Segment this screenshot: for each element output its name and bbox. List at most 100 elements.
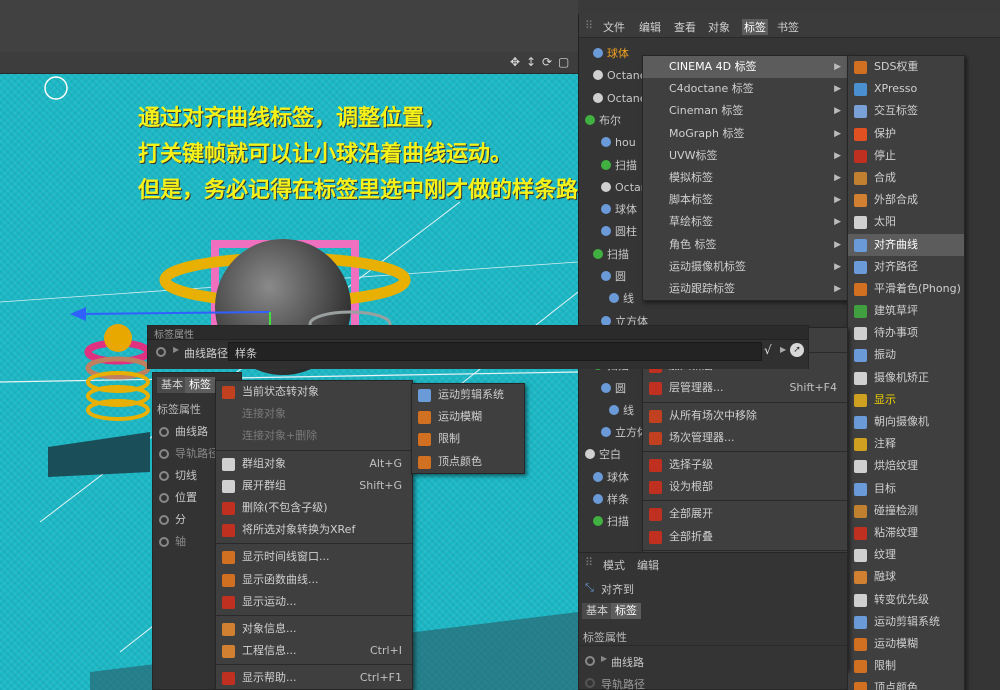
tag-submenu-item[interactable]: SDS权重 (848, 56, 964, 78)
context-right-item[interactable]: 全部展开 (643, 503, 847, 525)
attr-radio[interactable] (159, 493, 169, 503)
attr-radio[interactable] (159, 537, 169, 547)
tag-submenu-item[interactable]: 合成 (848, 167, 964, 189)
object-tree-row[interactable]: hou (601, 133, 636, 153)
tag-submenu-item[interactable]: 顶点颜色 (848, 677, 964, 690)
context-left-item[interactable]: 连接对象+删除 (216, 425, 412, 447)
tag-submenu-item[interactable]: 摄像机矫正 (848, 367, 964, 389)
mini-tag-item[interactable]: 顶点颜色 (412, 451, 524, 473)
context-left-item[interactable]: 群组对象 Alt+G (216, 453, 412, 475)
object-tree-row[interactable]: 立方体 (601, 423, 648, 443)
tag-submenu-item[interactable]: 注释 (848, 433, 964, 455)
object-tree-row[interactable]: 空白 (585, 445, 621, 465)
context-left-item[interactable]: 将所选对象转换为XRef (216, 519, 412, 541)
bottom-toolbar-edit[interactable]: 编辑 (637, 557, 659, 573)
tag-category-item[interactable]: 脚本标签 ▶ (643, 189, 847, 211)
tag-category-item[interactable]: 草绘标签 ▶ (643, 211, 847, 233)
object-tree-row[interactable]: Octane (593, 89, 647, 109)
context-right-item[interactable]: 全部折叠 (643, 526, 847, 548)
object-tree-row[interactable]: 线 (609, 289, 634, 309)
tag-submenu-item[interactable]: 转变优先级 (848, 589, 964, 611)
tab-tag[interactable]: 标签 (185, 377, 215, 393)
left-attr-row[interactable]: 切线 (159, 467, 197, 483)
context-left-item[interactable]: 展开群组 Shift+G (216, 475, 412, 497)
object-tree-row[interactable]: 球体 (593, 44, 629, 64)
object-tree-row[interactable]: 扫描 (601, 156, 637, 176)
tag-category-item[interactable]: Cineman 标签 ▶ (643, 100, 847, 122)
tag-submenu-item[interactable]: 纹理 (848, 544, 964, 566)
tab-basic[interactable]: 基本 (157, 377, 187, 393)
bottom-expand-icon[interactable]: ▶ (601, 654, 607, 663)
context-left-item[interactable]: 对象信息... (216, 618, 412, 640)
rotate-view-icon[interactable]: ⟳ (542, 55, 552, 69)
object-tree-row[interactable]: 球体 (601, 200, 637, 220)
left-attr-row[interactable]: 导轨路径 (159, 445, 219, 461)
object-tree-row[interactable]: 扫描 (593, 245, 629, 265)
object-tree-row[interactable]: 布尔 (585, 111, 621, 131)
context-right-item[interactable]: 设为根部 (643, 476, 847, 498)
object-tree-row[interactable]: 样条 (593, 490, 629, 510)
tag-submenu-item[interactable]: 停止 (848, 145, 964, 167)
maximize-view-icon[interactable]: ▢ (558, 55, 569, 69)
tag-submenu-item[interactable]: 融球 (848, 566, 964, 588)
om-menu-bookmarks[interactable]: 书签 (777, 19, 799, 35)
context-left-item[interactable]: 显示运动... (216, 591, 412, 613)
pick-object-icon[interactable]: ➚ (790, 343, 804, 357)
tag-submenu-item[interactable]: 对齐路径 (848, 256, 964, 278)
context-left-item[interactable]: 删除(不包含子级) (216, 497, 412, 519)
object-tree-row[interactable]: 圆 (601, 379, 626, 399)
tag-category-item[interactable]: C4doctane 标签 ▶ (643, 78, 847, 100)
om-menu-tags[interactable]: 标签 (742, 19, 768, 35)
curve-path-field[interactable]: 样条 (228, 342, 762, 361)
move-view-icon[interactable]: ✥ (510, 55, 520, 69)
mini-tag-item[interactable]: 运动剪辑系统 (412, 384, 524, 406)
tag-category-item[interactable]: 模拟标签 ▶ (643, 167, 847, 189)
spline-link-icon[interactable]: √ (764, 343, 772, 357)
bottom-tab-basic[interactable]: 基本 (582, 603, 612, 619)
context-left-item[interactable]: 显示帮助... Ctrl+F1 (216, 667, 412, 689)
tag-category-item[interactable]: 运动摄像机标签 ▶ (643, 256, 847, 278)
link-options-arrow-icon[interactable]: ▶ (780, 345, 786, 354)
zoom-view-icon[interactable]: ↕ (526, 55, 536, 69)
context-left-item[interactable]: 显示函数曲线... (216, 569, 412, 591)
tag-submenu-item[interactable]: 运动模糊 (848, 633, 964, 655)
tag-submenu-item[interactable]: 外部合成 (848, 189, 964, 211)
context-left-item[interactable]: 连接对象 (216, 403, 412, 425)
expand-arrow-icon[interactable]: ▶ (173, 345, 179, 354)
tag-category-item[interactable]: UVW标签 ▶ (643, 145, 847, 167)
attr-radio[interactable] (159, 427, 169, 437)
context-left-item[interactable]: 工程信息... Ctrl+I (216, 640, 412, 662)
tag-submenu-item[interactable]: 太阳 (848, 211, 964, 233)
left-attr-row[interactable]: 位置 (159, 489, 197, 505)
context-right-item[interactable]: 从所有场次中移除 (643, 405, 847, 427)
left-attr-row[interactable]: 分 (159, 511, 186, 527)
tag-submenu-item[interactable]: 粘滞纹理 (848, 522, 964, 544)
tag-submenu-item[interactable]: 对齐曲线 (848, 233, 964, 256)
mini-tag-item[interactable]: 运动模糊 (412, 406, 524, 428)
curve-path-radio[interactable] (156, 347, 166, 357)
tag-category-item[interactable]: CINEMA 4D 标签 ▶ (643, 56, 847, 79)
tag-category-item[interactable]: 角色 标签 ▶ (643, 234, 847, 256)
tag-submenu-item[interactable]: 目标 (848, 478, 964, 500)
context-right-item[interactable]: 选择子级 (643, 454, 847, 476)
om-menu-file[interactable]: 文件 (603, 19, 625, 35)
object-tree-row[interactable]: 圆 (601, 267, 626, 287)
tag-submenu-item[interactable]: 保护 (848, 123, 964, 145)
mini-tag-item[interactable]: 限制 (412, 428, 524, 450)
left-attr-row[interactable]: 轴 (159, 533, 186, 549)
tag-submenu-item[interactable]: 显示 (848, 389, 964, 411)
object-tree-row[interactable]: 线 (609, 401, 634, 421)
tag-submenu-item[interactable]: XPresso (848, 78, 964, 100)
object-tree-row[interactable]: 扫描 (593, 512, 629, 532)
tag-submenu-item[interactable]: 烘焙纹理 (848, 455, 964, 477)
object-tree-row[interactable]: Octane (593, 66, 647, 86)
om-menu-edit[interactable]: 编辑 (639, 19, 661, 35)
bottom-toolbar-mode[interactable]: 模式 (603, 557, 625, 573)
context-left-item[interactable]: 显示时间线窗口... (216, 546, 412, 568)
bottom-curve-radio[interactable] (585, 656, 595, 666)
tag-submenu-item[interactable]: 运动剪辑系统 (848, 611, 964, 633)
left-attr-row[interactable]: 曲线路 (159, 423, 208, 439)
attr-radio[interactable] (159, 449, 169, 459)
bottom-rail-radio[interactable] (585, 678, 595, 688)
tag-category-item[interactable]: 运动跟踪标签 ▶ (643, 278, 847, 300)
